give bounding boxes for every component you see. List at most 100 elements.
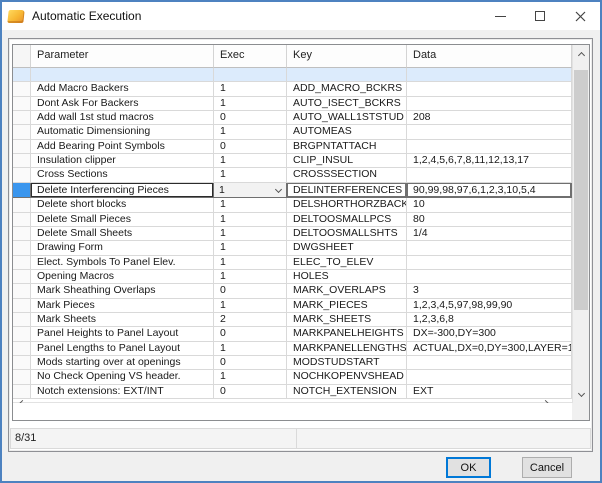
grid-cell-data[interactable]: 80 [407, 213, 572, 227]
row-header-cell[interactable] [13, 125, 31, 139]
grid-cell-key[interactable]: MARK_PIECES [287, 299, 407, 313]
grid-row[interactable]: Panel Lengths to Panel Layout1MARKPANELL… [13, 342, 572, 356]
grid-cell-exec[interactable]: 0 [214, 385, 287, 399]
grid-row[interactable]: Elect. Symbols To Panel Elev.1ELEC_TO_EL… [13, 256, 572, 270]
row-header-cell[interactable] [13, 241, 31, 255]
grid-cell-data[interactable] [407, 68, 572, 82]
grid-row[interactable]: Add Bearing Point Symbols0BRGPNTATTACH [13, 140, 572, 154]
grid-cell-data[interactable]: 1,2,3,6,8 [407, 313, 572, 327]
row-header-cell[interactable] [13, 356, 31, 370]
grid-cell-data[interactable]: DX=-300,DY=300 [407, 327, 572, 341]
grid-row[interactable]: Cross Sections1CROSSSECTION [13, 168, 572, 182]
grid-cell-parameter[interactable]: Drawing Form [31, 241, 214, 255]
grid-cell-exec[interactable]: 1 [214, 125, 287, 139]
grid-cell-parameter[interactable]: Panel Lengths to Panel Layout [31, 342, 214, 356]
grid-cell-exec[interactable]: 0 [214, 140, 287, 154]
grid-cell-key[interactable]: NOTCH_EXTENSION [287, 385, 407, 399]
grid-row[interactable]: Mods starting over at openings0MODSTUDST… [13, 356, 572, 370]
grid-cell-parameter[interactable]: Insulation clipper [31, 154, 214, 168]
grid-cell-key[interactable]: MARKPANELHEIGHTS [287, 327, 407, 341]
grid-cell-parameter[interactable]: Automatic Dimensioning [31, 125, 214, 139]
grid-cell-key[interactable]: AUTO_ISECT_BCKRS [287, 97, 407, 111]
grid-cell-parameter[interactable]: Mods starting over at openings [31, 356, 214, 370]
grid-cell-key[interactable]: DELSHORTHORZBACK [287, 198, 407, 212]
grid-row[interactable]: Delete short blocks1DELSHORTHORZBACK10 [13, 198, 572, 212]
ok-button[interactable]: OK [446, 457, 491, 478]
grid-row[interactable]: Panel Heights to Panel Layout0MARKPANELH… [13, 327, 572, 341]
cancel-button[interactable]: Cancel [522, 457, 572, 478]
grid-cell-exec[interactable]: 1 [214, 82, 287, 96]
column-header-exec[interactable]: Exec [214, 45, 287, 68]
grid-cell-data[interactable]: 3 [407, 284, 572, 298]
grid-cell-exec[interactable]: 1 [214, 213, 287, 227]
grid-row[interactable]: Add Macro Backers1ADD_MACRO_BCKRS [13, 82, 572, 96]
grid-row[interactable]: Dont Ask For Backers1AUTO_ISECT_BCKRS [13, 97, 572, 111]
grid-cell-exec[interactable]: 1 [214, 198, 287, 212]
grid-cell-exec[interactable]: 1 [214, 270, 287, 284]
grid-cell-data[interactable]: 1,2,4,5,6,7,8,11,12,13,17 [407, 154, 572, 168]
grid-cell-parameter[interactable]: Delete Small Sheets [31, 227, 214, 241]
title-bar[interactable]: Automatic Execution [2, 2, 600, 30]
grid-cell-exec[interactable]: 1 [214, 342, 287, 356]
grid-cell-key[interactable]: MARK_SHEETS [287, 313, 407, 327]
row-header-cell[interactable] [13, 168, 31, 182]
row-header-cell[interactable] [13, 198, 31, 212]
grid-cell-key[interactable]: AUTOMEAS [287, 125, 407, 139]
grid-cell-exec[interactable]: 1 [214, 299, 287, 313]
grid-cell-key[interactable]: DELINTERFERENCES [287, 183, 407, 199]
row-header-cell[interactable] [13, 370, 31, 384]
grid-cell-parameter[interactable]: Panel Heights to Panel Layout [31, 327, 214, 341]
grid-cell-data[interactable]: 90,99,98,97,6,1,2,3,10,5,4 [407, 183, 572, 199]
grid-cell-key[interactable]: BRGPNTATTACH [287, 140, 407, 154]
header-corner[interactable] [13, 45, 31, 68]
grid-cell-key[interactable]: CLIP_INSUL [287, 154, 407, 168]
row-header-cell[interactable] [13, 299, 31, 313]
grid-cell-key[interactable]: MARKPANELLENGTHS [287, 342, 407, 356]
grid-cell-exec[interactable]: 2 [214, 313, 287, 327]
grid-cell-exec[interactable]: 1 [214, 370, 287, 384]
grid-cell-data[interactable] [407, 125, 572, 139]
close-button[interactable] [560, 2, 600, 30]
grid-cell-parameter[interactable]: Opening Macros [31, 270, 214, 284]
row-header-cell[interactable] [13, 313, 31, 327]
grid-cell-exec[interactable] [214, 68, 287, 82]
grid-cell-data[interactable] [407, 168, 572, 182]
column-header-key[interactable]: Key [287, 45, 407, 68]
grid-cell-key[interactable] [287, 68, 407, 82]
grid-cell-exec[interactable]: 0 [214, 327, 287, 341]
grid-cell-key[interactable]: MARK_OVERLAPS [287, 284, 407, 298]
grid-row[interactable]: Mark Pieces1MARK_PIECES1,2,3,4,5,97,98,9… [13, 299, 572, 313]
chevron-down-icon[interactable] [275, 185, 282, 192]
grid-cell-key[interactable]: DELTOOSMALLSHTS [287, 227, 407, 241]
row-header-cell[interactable] [13, 327, 31, 341]
grid-cell-key[interactable]: AUTO_WALL1STSTUD [287, 111, 407, 125]
grid-cell-data[interactable] [407, 270, 572, 284]
grid-cell-data[interactable] [407, 82, 572, 96]
row-header-cell[interactable] [13, 154, 31, 168]
grid-cell-exec[interactable]: 1 [214, 97, 287, 111]
grid-cell-key[interactable]: CROSSSECTION [287, 168, 407, 182]
grid-cell-exec[interactable]: 1 [214, 154, 287, 168]
grid-cell-data[interactable] [407, 140, 572, 154]
vertical-scrollbar[interactable] [572, 45, 589, 403]
scroll-down-arrow-icon[interactable] [573, 386, 589, 403]
grid-row[interactable]: Automatic Dimensioning1AUTOMEAS [13, 125, 572, 139]
grid-row[interactable]: Mark Sheets2MARK_SHEETS1,2,3,6,8 [13, 313, 572, 327]
grid-cell-parameter[interactable]: Mark Sheathing Overlaps [31, 284, 214, 298]
row-header-cell[interactable] [13, 111, 31, 125]
row-header-cell[interactable] [13, 97, 31, 111]
grid-cell-data[interactable] [407, 356, 572, 370]
grid-row[interactable]: Opening Macros1HOLES [13, 270, 572, 284]
grid-cell-parameter[interactable]: Dont Ask For Backers [31, 97, 214, 111]
vertical-scroll-thumb[interactable] [574, 70, 588, 310]
grid-row[interactable]: Delete Small Pieces1DELTOOSMALLPCS80 [13, 213, 572, 227]
grid-cell-exec[interactable]: 1 [214, 183, 287, 199]
grid-cell-parameter[interactable]: Add Macro Backers [31, 82, 214, 96]
grid-row[interactable]: Insulation clipper1CLIP_INSUL1,2,4,5,6,7… [13, 154, 572, 168]
grid-cell-key[interactable]: ADD_MACRO_BCKRS [287, 82, 407, 96]
grid-cell-data[interactable] [407, 97, 572, 111]
row-header-cell[interactable] [13, 256, 31, 270]
grid-cell-data[interactable] [407, 370, 572, 384]
minimize-button[interactable] [480, 2, 520, 30]
grid-row[interactable]: Add wall 1st stud macros0AUTO_WALL1STSTU… [13, 111, 572, 125]
